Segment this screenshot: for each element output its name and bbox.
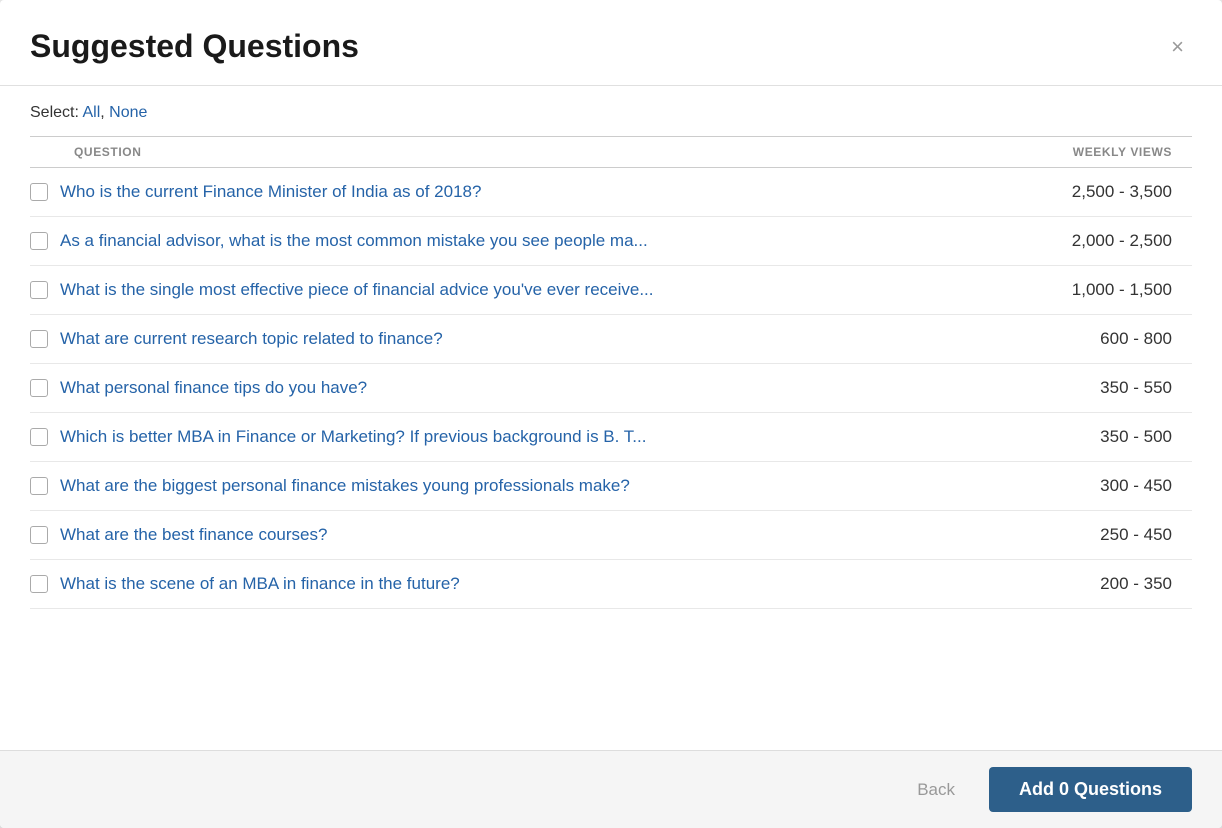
question-checkbox-6[interactable] (30, 477, 48, 495)
question-text-0[interactable]: Who is the current Finance Minister of I… (60, 182, 481, 202)
select-none-link[interactable]: None (109, 104, 147, 121)
modal-title: Suggested Questions (30, 28, 359, 65)
question-checkbox-2[interactable] (30, 281, 48, 299)
question-checkbox-0[interactable] (30, 183, 48, 201)
question-views-3: 600 - 800 (1022, 329, 1172, 349)
question-views-7: 250 - 450 (1022, 525, 1172, 545)
modal-header: Suggested Questions × (0, 0, 1222, 86)
question-views-8: 200 - 350 (1022, 574, 1172, 594)
question-checkbox-5[interactable] (30, 428, 48, 446)
question-views-6: 300 - 450 (1022, 476, 1172, 496)
question-views-4: 350 - 550 (1022, 378, 1172, 398)
column-views-header: WEEKLY VIEWS (1073, 145, 1192, 159)
question-views-1: 2,000 - 2,500 (1022, 231, 1172, 251)
question-row: What are current research topic related … (30, 315, 1192, 364)
question-text-3[interactable]: What are current research topic related … (60, 329, 443, 349)
select-row: Select: All, None (30, 86, 1192, 136)
question-text-6[interactable]: What are the biggest personal finance mi… (60, 476, 630, 496)
question-text-8[interactable]: What is the scene of an MBA in finance i… (60, 574, 460, 594)
question-row: What is the single most effective piece … (30, 266, 1192, 315)
question-checkbox-1[interactable] (30, 232, 48, 250)
modal-container: Suggested Questions × Select: All, None … (0, 0, 1222, 828)
question-text-4[interactable]: What personal finance tips do you have? (60, 378, 367, 398)
column-question-header: QUESTION (74, 145, 141, 159)
question-row: As a financial advisor, what is the most… (30, 217, 1192, 266)
question-views-0: 2,500 - 3,500 (1022, 182, 1172, 202)
select-all-link[interactable]: All (82, 104, 100, 121)
question-checkbox-3[interactable] (30, 330, 48, 348)
select-separator: , (100, 104, 109, 121)
back-button[interactable]: Back (899, 770, 973, 810)
question-row: What is the scene of an MBA in finance i… (30, 560, 1192, 609)
question-row: What are the biggest personal finance mi… (30, 462, 1192, 511)
question-checkbox-7[interactable] (30, 526, 48, 544)
question-text-5[interactable]: Which is better MBA in Finance or Market… (60, 427, 646, 447)
question-row: What personal finance tips do you have? 3… (30, 364, 1192, 413)
question-left: What are current research topic related … (30, 329, 1022, 349)
question-row: Who is the current Finance Minister of I… (30, 168, 1192, 217)
question-checkbox-4[interactable] (30, 379, 48, 397)
close-button[interactable]: × (1163, 32, 1192, 62)
question-text-2[interactable]: What is the single most effective piece … (60, 280, 654, 300)
question-left: What are the biggest personal finance mi… (30, 476, 1022, 496)
question-checkbox-8[interactable] (30, 575, 48, 593)
questions-list: Who is the current Finance Minister of I… (30, 168, 1192, 750)
question-views-2: 1,000 - 1,500 (1022, 280, 1172, 300)
question-left: What personal finance tips do you have? (30, 378, 1022, 398)
question-left: As a financial advisor, what is the most… (30, 231, 1022, 251)
question-left: Which is better MBA in Finance or Market… (30, 427, 1022, 447)
modal-footer: Back Add 0 Questions (0, 750, 1222, 828)
question-left: What are the best finance courses? (30, 525, 1022, 545)
question-left: What is the single most effective piece … (30, 280, 1022, 300)
question-views-5: 350 - 500 (1022, 427, 1172, 447)
add-questions-button[interactable]: Add 0 Questions (989, 767, 1192, 812)
question-left: What is the scene of an MBA in finance i… (30, 574, 1022, 594)
modal-body: Select: All, None QUESTION WEEKLY VIEWS … (0, 86, 1222, 750)
question-left: Who is the current Finance Minister of I… (30, 182, 1022, 202)
table-header: QUESTION WEEKLY VIEWS (30, 136, 1192, 168)
question-row: What are the best finance courses? 250 - … (30, 511, 1192, 560)
question-text-1[interactable]: As a financial advisor, what is the most… (60, 231, 648, 251)
question-text-7[interactable]: What are the best finance courses? (60, 525, 327, 545)
question-row: Which is better MBA in Finance or Market… (30, 413, 1192, 462)
select-label: Select: (30, 104, 79, 121)
